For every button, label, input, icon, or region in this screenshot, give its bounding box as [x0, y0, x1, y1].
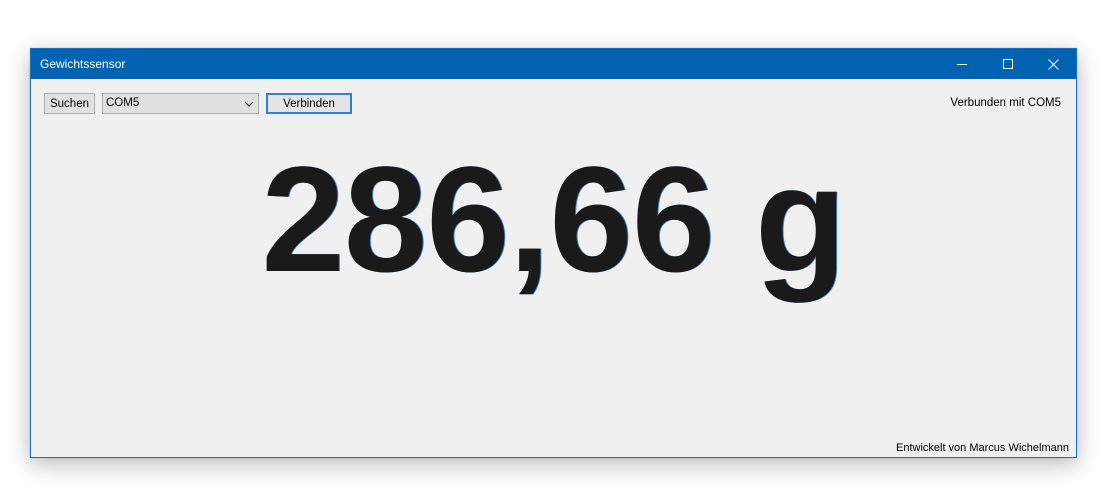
connect-button[interactable]: Verbinden: [266, 93, 352, 114]
app-window: Gewichtssensor Suchen COM5 Verbinden Ver…: [30, 48, 1077, 458]
weight-readout: 286,66 g: [261, 135, 846, 303]
connection-status: Verbunden mit COM5: [950, 97, 1061, 109]
window-title: Gewichtssensor: [40, 57, 126, 71]
search-button[interactable]: Suchen: [44, 93, 95, 114]
port-select[interactable]: COM5: [102, 93, 259, 114]
developer-credit: Entwickelt von Marcus Wichelmann: [895, 442, 1069, 454]
client-area: Suchen COM5 Verbinden Verbunden mit COM5…: [31, 79, 1076, 457]
port-select-value: COM5: [106, 97, 140, 109]
minimize-icon: [957, 64, 967, 65]
close-button[interactable]: [1030, 49, 1076, 79]
close-icon: [1047, 58, 1059, 70]
minimize-button[interactable]: [939, 49, 985, 79]
title-bar[interactable]: Gewichtssensor: [31, 49, 1076, 79]
maximize-button[interactable]: [985, 49, 1031, 79]
maximize-icon: [1003, 59, 1013, 69]
chevron-down-icon: [244, 101, 254, 107]
